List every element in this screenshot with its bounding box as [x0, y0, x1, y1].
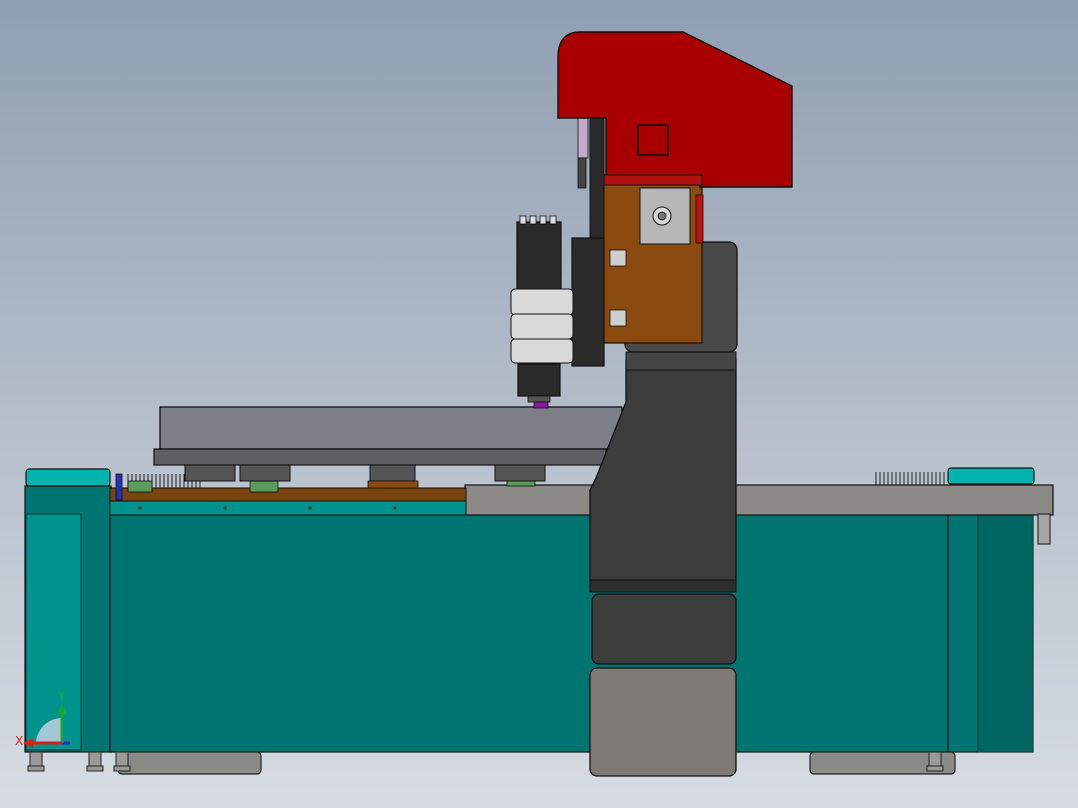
base-main-panel: [109, 513, 951, 753]
rail-grey-deck: [464, 484, 1054, 516]
column-base-block: [589, 667, 737, 777]
head-lower-lip: [603, 174, 703, 186]
z-guide-block-1: [609, 249, 627, 267]
table-support-2: [239, 464, 291, 482]
table-top: [159, 406, 623, 450]
spindle-collet: [527, 395, 551, 403]
z-red-strip: [695, 194, 704, 244]
cad-viewport[interactable]: X Y: [0, 0, 1078, 808]
z-rail-side: [577, 157, 587, 189]
triad-y-label: Y: [57, 689, 66, 703]
z-rail-pink: [577, 117, 589, 159]
rail-right-post: [1037, 513, 1051, 545]
table-frame: [153, 448, 607, 466]
spindle-motor[interactable]: [510, 215, 605, 409]
gear-block-green-1: [127, 480, 153, 493]
column-lower-panel: [591, 593, 737, 665]
table-support-3: [369, 464, 416, 482]
spindle-nose: [517, 363, 561, 397]
column-upper-box: [625, 351, 737, 371]
gear-block-green-2: [249, 480, 279, 493]
rail-teal-strip: [109, 499, 467, 516]
table-support-4: [494, 464, 546, 482]
base-right-cap: [947, 467, 1035, 485]
gear-rack-right: [875, 472, 945, 485]
table-support-1: [184, 464, 236, 482]
machine-drawing: X Y: [15, 31, 1054, 777]
triad-x-label: X: [15, 734, 23, 748]
table-clamp-brown: [367, 480, 419, 489]
foot-pad-left: [117, 751, 262, 775]
column-band: [589, 579, 737, 593]
spindle-bracket: [510, 288, 574, 364]
z-guide-block-2: [609, 309, 627, 327]
work-table[interactable]: [153, 406, 623, 489]
column-slant-leg: [589, 359, 737, 583]
rail-brown-strip: [109, 487, 467, 502]
base-left-cap: [25, 468, 111, 487]
spindle-clamp-plate: [571, 237, 605, 367]
cutting-tool: [533, 401, 549, 409]
base-left-end-face: [25, 513, 82, 751]
spindle-body: [516, 221, 562, 293]
base-right-end-face: [977, 513, 1034, 753]
end-stop-blue: [115, 473, 123, 501]
